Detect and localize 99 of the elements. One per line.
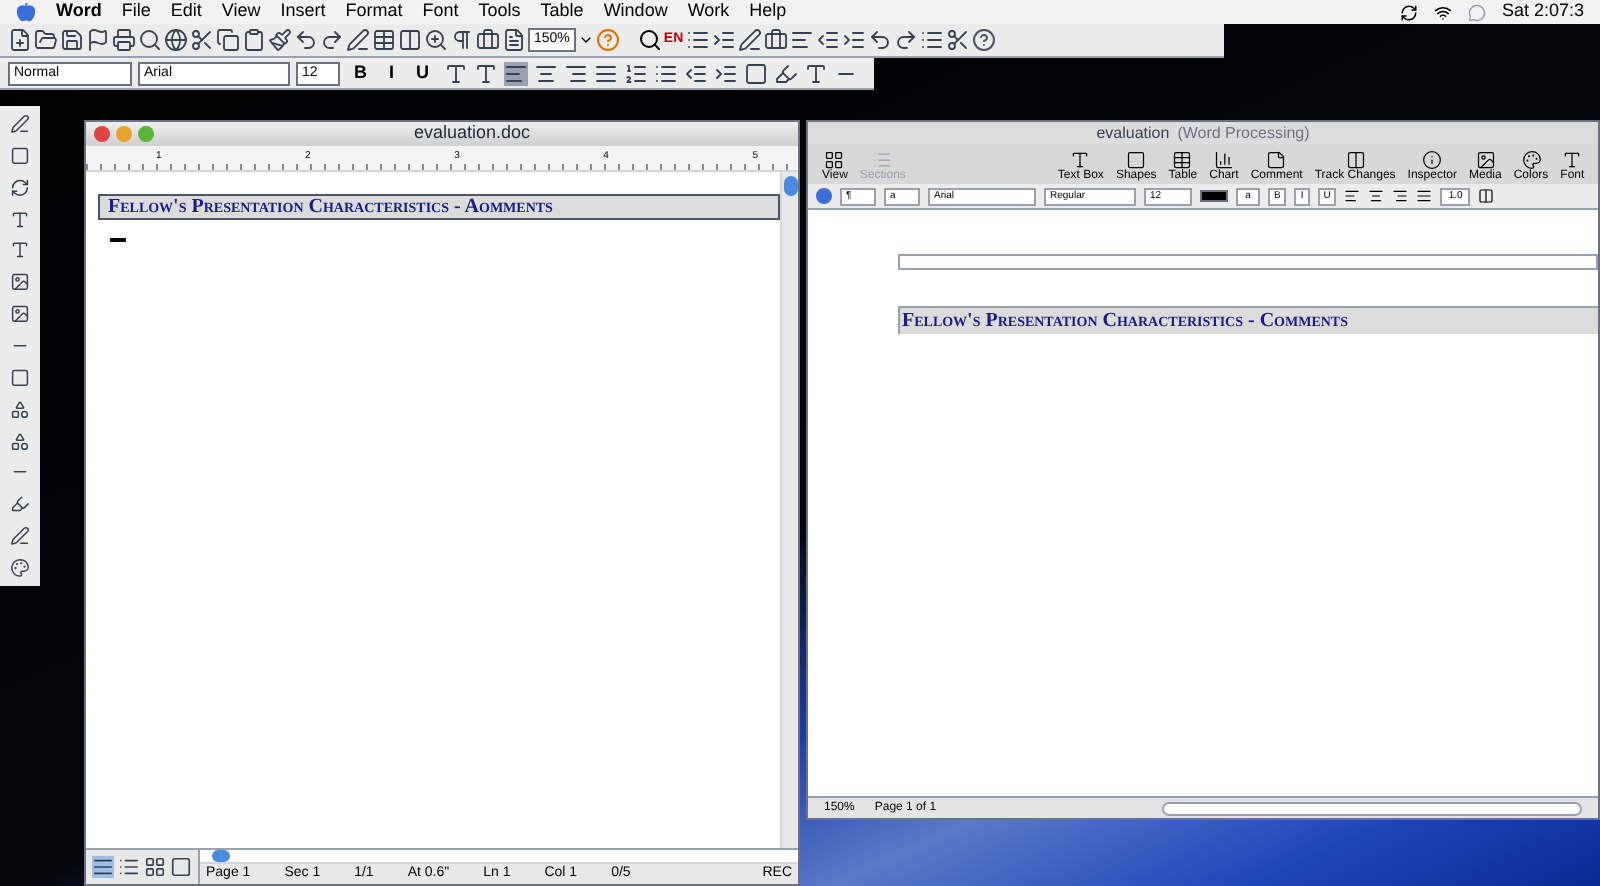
pencil-icon[interactable] — [346, 28, 370, 52]
menu-item[interactable]: Edit — [170, 0, 202, 26]
border-icon[interactable] — [743, 61, 768, 85]
shapes-icon — [1126, 150, 1147, 170]
view-icon — [824, 150, 845, 170]
tool-icon[interactable] — [945, 28, 970, 52]
drawing-tool-icon[interactable] — [8, 177, 32, 198]
apple-icon[interactable] — [16, 2, 36, 22]
format-button[interactable]: U — [408, 64, 438, 82]
table-icon[interactable] — [372, 28, 396, 52]
comment-icon — [1266, 150, 1287, 170]
app-menu[interactable]: Word — [56, 0, 102, 26]
indent-icon[interactable] — [713, 61, 738, 85]
menu-clock: Sat 2:07:3 — [1501, 0, 1584, 25]
align-right-icon[interactable] — [563, 61, 588, 85]
tool-icon[interactable] — [737, 28, 762, 52]
open-folder-icon[interactable] — [34, 28, 58, 52]
document-heading: Fellow's Presentation Characteristics - Comments — [902, 308, 1348, 336]
menu-item[interactable]: Font — [422, 0, 459, 26]
align-left-icon[interactable] — [1344, 188, 1361, 204]
menu-item[interactable]: Tools — [478, 0, 521, 26]
drawing-tool-icon[interactable] — [8, 272, 32, 293]
flag-icon[interactable] — [86, 28, 110, 52]
cut-icon[interactable] — [190, 28, 214, 52]
window-subtitle: (Word Processing) — [1177, 121, 1310, 145]
globe-icon[interactable] — [164, 28, 188, 52]
chart-icon — [1213, 150, 1234, 170]
new-document-icon[interactable] — [8, 28, 32, 52]
pilcrow-icon[interactable] — [450, 28, 474, 52]
sections-icon — [872, 150, 893, 170]
print-icon[interactable] — [112, 28, 136, 52]
search-icon[interactable] — [637, 28, 662, 52]
scroll-thumb[interactable] — [783, 176, 797, 196]
document-heading: Fellow's Presentation Characteristics - Aomments — [108, 194, 553, 222]
copy-icon[interactable] — [216, 28, 240, 52]
table-icon — [1172, 150, 1193, 170]
help-icon[interactable] — [971, 28, 996, 52]
format-button[interactable]: I — [381, 64, 403, 82]
tool-icon[interactable] — [815, 28, 840, 52]
tool-icon[interactable] — [711, 28, 736, 52]
highlight-icon[interactable] — [773, 61, 798, 85]
drawing-tool-icon[interactable] — [8, 304, 32, 325]
align-center-icon[interactable] — [1368, 188, 1385, 204]
drawing-tool-icon[interactable] — [8, 494, 32, 515]
undo-icon[interactable] — [294, 28, 318, 52]
drawing-tool-icon[interactable] — [8, 367, 32, 388]
align-center-icon[interactable] — [533, 61, 558, 85]
drawing-tool-icon[interactable] — [8, 558, 32, 578]
window-title: evaluation.doc — [413, 120, 531, 147]
menu-item[interactable]: File — [121, 0, 151, 26]
paste-icon[interactable] — [242, 28, 266, 52]
wifi-icon[interactable] — [1433, 3, 1452, 21]
outdent-icon[interactable] — [683, 61, 708, 85]
track-changes-icon — [1345, 150, 1366, 170]
colors-icon — [1521, 150, 1541, 170]
view-mode-icon[interactable] — [144, 856, 166, 878]
align-right-icon[interactable] — [1392, 188, 1409, 204]
menu-item[interactable]: Insert — [280, 0, 326, 26]
drawing-tool-icon[interactable] — [8, 209, 32, 229]
justify-icon[interactable] — [1416, 188, 1433, 204]
drawing-tool-icon[interactable] — [8, 145, 32, 166]
tool-icon[interactable] — [893, 28, 918, 52]
drawing-tool-icon[interactable] — [8, 399, 32, 420]
format-button[interactable]: B — [346, 64, 375, 82]
drawing-tool-icon[interactable] — [8, 114, 32, 134]
tool-icon[interactable] — [867, 28, 892, 52]
caret-icon[interactable] — [577, 32, 594, 48]
menu-item[interactable]: Format — [345, 0, 403, 26]
color-well[interactable] — [1200, 190, 1228, 202]
sync-icon[interactable] — [1399, 3, 1418, 21]
columns-icon[interactable] — [1478, 188, 1495, 204]
menu-item[interactable]: Work — [687, 0, 730, 26]
window-title: evaluation — [1096, 121, 1170, 145]
justify-icon[interactable] — [593, 61, 618, 85]
info-icon — [1422, 150, 1443, 170]
align-left-icon[interactable] — [503, 61, 528, 85]
menu-item[interactable]: Help — [749, 0, 787, 26]
menu-item[interactable]: Table — [540, 0, 584, 26]
columns-icon[interactable] — [398, 28, 422, 52]
text-cursor — [110, 238, 126, 242]
menu-item[interactable]: View — [221, 0, 261, 26]
drawing-tool-icon[interactable] — [8, 240, 32, 261]
view-mode-icon[interactable] — [170, 856, 192, 878]
font-icon — [1562, 150, 1583, 170]
save-icon[interactable] — [60, 28, 84, 52]
redo-icon[interactable] — [320, 28, 344, 52]
menu-item[interactable]: Window — [603, 0, 668, 26]
media-icon — [1475, 150, 1496, 170]
drawing-tool-icon[interactable] — [8, 431, 32, 451]
numbered-list-icon[interactable] — [623, 61, 648, 85]
drawing-tool-icon[interactable] — [8, 526, 32, 547]
tool-icon[interactable] — [841, 28, 866, 52]
format-painter-icon[interactable] — [268, 28, 292, 52]
zoom-icon[interactable] — [424, 28, 448, 52]
scroll-thumb[interactable] — [212, 850, 230, 862]
view-mode-icon[interactable] — [92, 856, 114, 878]
tool-icon[interactable] — [789, 28, 814, 52]
close-button[interactable] — [94, 126, 110, 142]
tool-icon[interactable] — [763, 28, 788, 52]
